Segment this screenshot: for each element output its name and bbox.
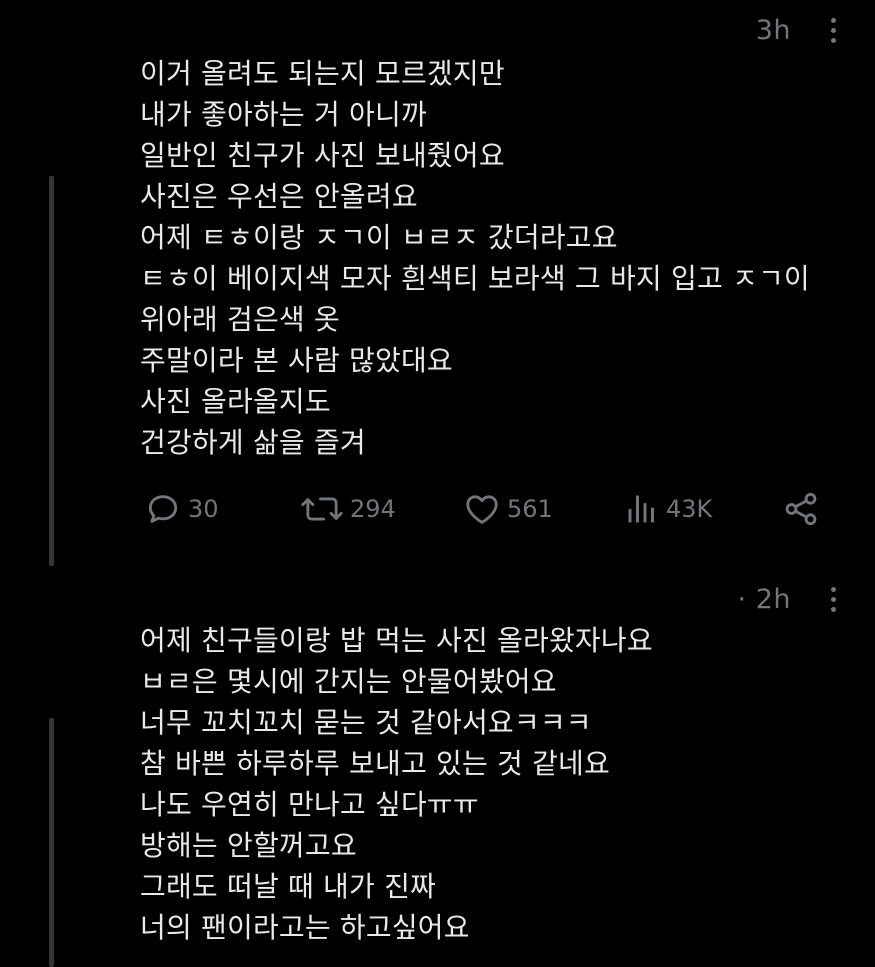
post-1-line: 위아래 검은색 옷 xyxy=(140,303,340,336)
post-1-timestamp: 3h xyxy=(755,14,791,46)
post-2-line: ㅂㄹ은 몇시에 간지는 안물어봤어요 xyxy=(140,665,557,698)
post-2[interactable]: · 2h 어제 친구들이랑 밥 먹는 사진 올라왔자나요 ㅂㄹ은 몇시에 간지는… xyxy=(0,570,875,967)
post-1[interactable]: 3h 이거 올려도 되는지 모르겠지만 내가 좋아하는 거 아니까 일반인 친구… xyxy=(0,0,875,570)
post-1-line: 건강하게 삶을 즐겨 xyxy=(140,426,366,459)
post-2-timestamp: · 2h xyxy=(737,583,791,615)
post-1-line: 어제 ㅌㅎ이랑 ㅈㄱ이 ㅂㄹㅈ 갔더라고요 xyxy=(140,221,618,254)
post-1-line: 이거 올려도 되는지 모르겠지만 xyxy=(140,57,505,90)
views-button[interactable]: 43K xyxy=(624,491,712,527)
like-icon xyxy=(466,495,498,524)
post-1-line: ㅌㅎ이 베이지색 모자 흰색티 보라색 그 바지 입고 ㅈㄱ이 xyxy=(140,262,810,295)
post-2-text: 어제 친구들이랑 밥 먹는 사진 올라왔자나요 ㅂㄹ은 몇시에 간지는 안물어봤… xyxy=(140,620,653,948)
reply-count: 30 xyxy=(188,495,219,523)
reply-icon xyxy=(148,495,178,523)
post-1-line: 사진 올라올지도 xyxy=(140,385,331,418)
post-1-line: 사진은 우선은 안올려요 xyxy=(140,180,418,213)
post-2-line: 방해는 안할꺼고요 xyxy=(140,829,357,862)
more-icon[interactable] xyxy=(813,579,853,619)
views-count: 43K xyxy=(666,495,713,523)
more-icon[interactable] xyxy=(813,10,853,50)
post-1-text: 이거 올려도 되는지 모르겠지만 내가 좋아하는 거 아니까 일반인 친구가 사… xyxy=(140,53,810,463)
repost-count: 294 xyxy=(350,495,396,523)
post-1-line: 주말이라 본 사람 많았대요 xyxy=(140,344,453,377)
post-2-line: 나도 우연히 만나고 싶다ㅠㅠ xyxy=(140,788,479,821)
reply-button[interactable]: 30 xyxy=(144,490,219,528)
like-count: 561 xyxy=(507,495,553,523)
repost-button[interactable]: 294 xyxy=(300,490,396,528)
share-icon xyxy=(785,492,817,526)
post-1-line: 일반인 친구가 사진 보내줬어요 xyxy=(140,139,505,172)
post-1-meta: 3h xyxy=(756,10,875,50)
post-2-line: 너무 꼬치꼬치 묻는 것 같아서요ㅋㅋㅋ xyxy=(140,706,592,739)
share-button[interactable] xyxy=(782,490,820,528)
post-2-line: 그래도 떠날 때 내가 진짜 xyxy=(140,870,437,903)
views-icon xyxy=(628,495,654,523)
post-2-meta: · 2h xyxy=(738,579,875,619)
repost-icon xyxy=(301,497,343,521)
post-1-line: 내가 좋아하는 거 아니까 xyxy=(140,98,427,131)
post-2-line: 참 바쁜 하루하루 보내고 있는 것 같네요 xyxy=(140,747,610,780)
post-1-action-bar: 30 294 561 43K xyxy=(140,484,825,534)
post-2-line: 너의 팬이라고는 하고싶어요 xyxy=(140,911,470,944)
post-2-line: 어제 친구들이랑 밥 먹는 사진 올라왔자나요 xyxy=(140,624,653,657)
like-button[interactable]: 561 xyxy=(463,490,553,528)
